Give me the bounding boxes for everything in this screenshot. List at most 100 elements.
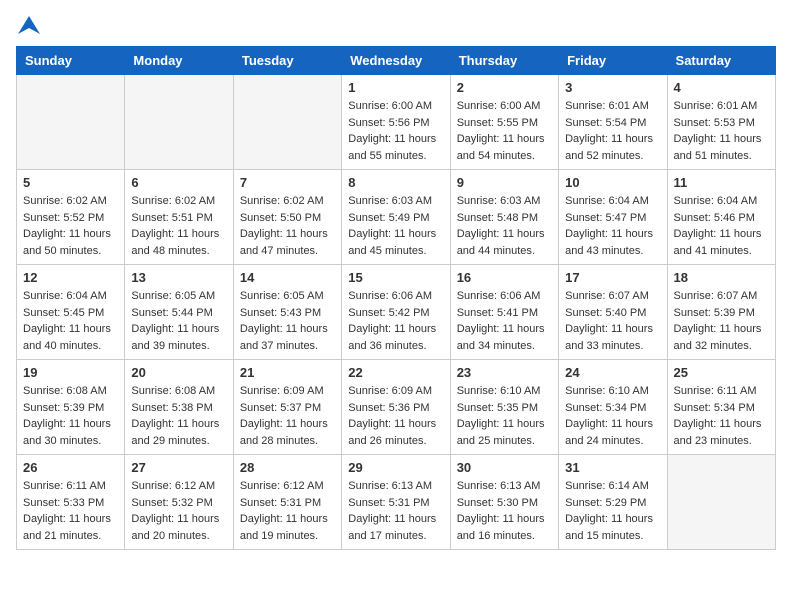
day-info: Sunrise: 6:04 AMSunset: 5:47 PMDaylight:… (565, 193, 660, 259)
day-number: 24 (565, 365, 660, 380)
day-number: 8 (348, 175, 443, 190)
day-number: 16 (457, 270, 552, 285)
calendar-cell: 17 Sunrise: 6:07 AMSunset: 5:40 PMDayligh… (559, 265, 667, 360)
day-number: 9 (457, 175, 552, 190)
day-info: Sunrise: 6:00 AMSunset: 5:56 PMDaylight:… (348, 98, 443, 164)
calendar-cell: 24 Sunrise: 6:10 AMSunset: 5:34 PMDayligh… (559, 360, 667, 455)
day-number: 6 (131, 175, 226, 190)
calendar-cell: 7 Sunrise: 6:02 AMSunset: 5:50 PMDaylight… (233, 170, 341, 265)
day-info: Sunrise: 6:06 AMSunset: 5:41 PMDaylight:… (457, 288, 552, 354)
day-number: 18 (674, 270, 769, 285)
day-number: 4 (674, 80, 769, 95)
day-info: Sunrise: 6:08 AMSunset: 5:38 PMDaylight:… (131, 383, 226, 449)
day-info: Sunrise: 6:06 AMSunset: 5:42 PMDaylight:… (348, 288, 443, 354)
day-number: 14 (240, 270, 335, 285)
day-number: 10 (565, 175, 660, 190)
day-number: 7 (240, 175, 335, 190)
day-number: 29 (348, 460, 443, 475)
calendar-cell: 20 Sunrise: 6:08 AMSunset: 5:38 PMDayligh… (125, 360, 233, 455)
calendar-cell (125, 75, 233, 170)
day-number: 23 (457, 365, 552, 380)
weekday-header: Thursday (450, 47, 558, 75)
calendar-cell: 31Sunrise: 6:14 AMSunset: 5:29 PMDayligh… (559, 455, 667, 550)
day-info: Sunrise: 6:02 AMSunset: 5:52 PMDaylight:… (23, 193, 118, 259)
day-number: 11 (674, 175, 769, 190)
day-number: 20 (131, 365, 226, 380)
day-info: Sunrise: 6:08 AMSunset: 5:39 PMDaylight:… (23, 383, 118, 449)
calendar-cell: 23Sunrise: 6:10 AMSunset: 5:35 PMDayligh… (450, 360, 558, 455)
calendar-cell: 19 Sunrise: 6:08 AMSunset: 5:39 PMDayligh… (17, 360, 125, 455)
calendar-cell: 6 Sunrise: 6:02 AMSunset: 5:51 PMDaylight… (125, 170, 233, 265)
calendar-cell: 14Sunrise: 6:05 AMSunset: 5:43 PMDayligh… (233, 265, 341, 360)
day-number: 21 (240, 365, 335, 380)
day-number: 22 (348, 365, 443, 380)
calendar-cell: 5 Sunrise: 6:02 AMSunset: 5:52 PMDaylight… (17, 170, 125, 265)
day-number: 5 (23, 175, 118, 190)
calendar-cell: 3 Sunrise: 6:01 AMSunset: 5:54 PMDaylight… (559, 75, 667, 170)
calendar-cell: 11Sunrise: 6:04 AMSunset: 5:46 PMDayligh… (667, 170, 775, 265)
day-number: 3 (565, 80, 660, 95)
day-info: Sunrise: 6:03 AMSunset: 5:49 PMDaylight:… (348, 193, 443, 259)
day-info: Sunrise: 6:09 AMSunset: 5:37 PMDaylight:… (240, 383, 335, 449)
day-info: Sunrise: 6:02 AMSunset: 5:51 PMDaylight:… (131, 193, 226, 259)
page-header (16, 16, 776, 34)
weekday-header: Saturday (667, 47, 775, 75)
day-number: 17 (565, 270, 660, 285)
day-number: 31 (565, 460, 660, 475)
day-info: Sunrise: 6:13 AMSunset: 5:30 PMDaylight:… (457, 478, 552, 544)
day-info: Sunrise: 6:07 AMSunset: 5:40 PMDaylight:… (565, 288, 660, 354)
calendar-cell (17, 75, 125, 170)
day-info: Sunrise: 6:11 AMSunset: 5:33 PMDaylight:… (23, 478, 118, 544)
day-info: Sunrise: 6:12 AMSunset: 5:31 PMDaylight:… (240, 478, 335, 544)
day-number: 25 (674, 365, 769, 380)
weekday-header: Tuesday (233, 47, 341, 75)
calendar-cell: 15 Sunrise: 6:06 AMSunset: 5:42 PMDayligh… (342, 265, 450, 360)
calendar-week-row: 1 Sunrise: 6:00 AMSunset: 5:56 PMDaylight… (17, 75, 776, 170)
day-info: Sunrise: 6:11 AMSunset: 5:34 PMDaylight:… (674, 383, 769, 449)
day-info: Sunrise: 6:02 AMSunset: 5:50 PMDaylight:… (240, 193, 335, 259)
day-number: 27 (131, 460, 226, 475)
calendar-cell: 9 Sunrise: 6:03 AMSunset: 5:48 PMDaylight… (450, 170, 558, 265)
calendar-cell: 18 Sunrise: 6:07 AMSunset: 5:39 PMDayligh… (667, 265, 775, 360)
calendar-cell: 2 Sunrise: 6:00 AMSunset: 5:55 PMDaylight… (450, 75, 558, 170)
calendar-cell: 12Sunrise: 6:04 AMSunset: 5:45 PMDayligh… (17, 265, 125, 360)
calendar-cell: 25 Sunrise: 6:11 AMSunset: 5:34 PMDayligh… (667, 360, 775, 455)
day-info: Sunrise: 6:03 AMSunset: 5:48 PMDaylight:… (457, 193, 552, 259)
day-number: 19 (23, 365, 118, 380)
calendar-week-row: 5 Sunrise: 6:02 AMSunset: 5:52 PMDaylight… (17, 170, 776, 265)
day-info: Sunrise: 6:07 AMSunset: 5:39 PMDaylight:… (674, 288, 769, 354)
weekday-header: Friday (559, 47, 667, 75)
day-info: Sunrise: 6:00 AMSunset: 5:55 PMDaylight:… (457, 98, 552, 164)
day-info: Sunrise: 6:12 AMSunset: 5:32 PMDaylight:… (131, 478, 226, 544)
calendar-week-row: 26 Sunrise: 6:11 AMSunset: 5:33 PMDayligh… (17, 455, 776, 550)
weekday-header: Wednesday (342, 47, 450, 75)
calendar-cell: 8 Sunrise: 6:03 AMSunset: 5:49 PMDaylight… (342, 170, 450, 265)
calendar-cell: 28Sunrise: 6:12 AMSunset: 5:31 PMDayligh… (233, 455, 341, 550)
logo-bird-icon (18, 16, 40, 34)
calendar-cell (233, 75, 341, 170)
calendar-header-row: SundayMondayTuesdayWednesdayThursdayFrid… (17, 47, 776, 75)
day-number: 15 (348, 270, 443, 285)
calendar-cell: 26 Sunrise: 6:11 AMSunset: 5:33 PMDayligh… (17, 455, 125, 550)
calendar-table: SundayMondayTuesdayWednesdayThursdayFrid… (16, 46, 776, 550)
day-info: Sunrise: 6:01 AMSunset: 5:54 PMDaylight:… (565, 98, 660, 164)
calendar-cell: 27 Sunrise: 6:12 AMSunset: 5:32 PMDayligh… (125, 455, 233, 550)
day-number: 13 (131, 270, 226, 285)
day-info: Sunrise: 6:10 AMSunset: 5:34 PMDaylight:… (565, 383, 660, 449)
day-info: Sunrise: 6:05 AMSunset: 5:44 PMDaylight:… (131, 288, 226, 354)
day-number: 12 (23, 270, 118, 285)
day-number: 2 (457, 80, 552, 95)
calendar-cell: 13 Sunrise: 6:05 AMSunset: 5:44 PMDayligh… (125, 265, 233, 360)
day-info: Sunrise: 6:01 AMSunset: 5:53 PMDaylight:… (674, 98, 769, 164)
calendar-cell: 10 Sunrise: 6:04 AMSunset: 5:47 PMDayligh… (559, 170, 667, 265)
calendar-cell: 16 Sunrise: 6:06 AMSunset: 5:41 PMDayligh… (450, 265, 558, 360)
day-number: 1 (348, 80, 443, 95)
day-number: 30 (457, 460, 552, 475)
day-number: 26 (23, 460, 118, 475)
weekday-header: Sunday (17, 47, 125, 75)
calendar-cell (667, 455, 775, 550)
logo (16, 16, 42, 34)
calendar-cell: 30 Sunrise: 6:13 AMSunset: 5:30 PMDayligh… (450, 455, 558, 550)
calendar-cell: 4 Sunrise: 6:01 AMSunset: 5:53 PMDaylight… (667, 75, 775, 170)
calendar-week-row: 12Sunrise: 6:04 AMSunset: 5:45 PMDayligh… (17, 265, 776, 360)
